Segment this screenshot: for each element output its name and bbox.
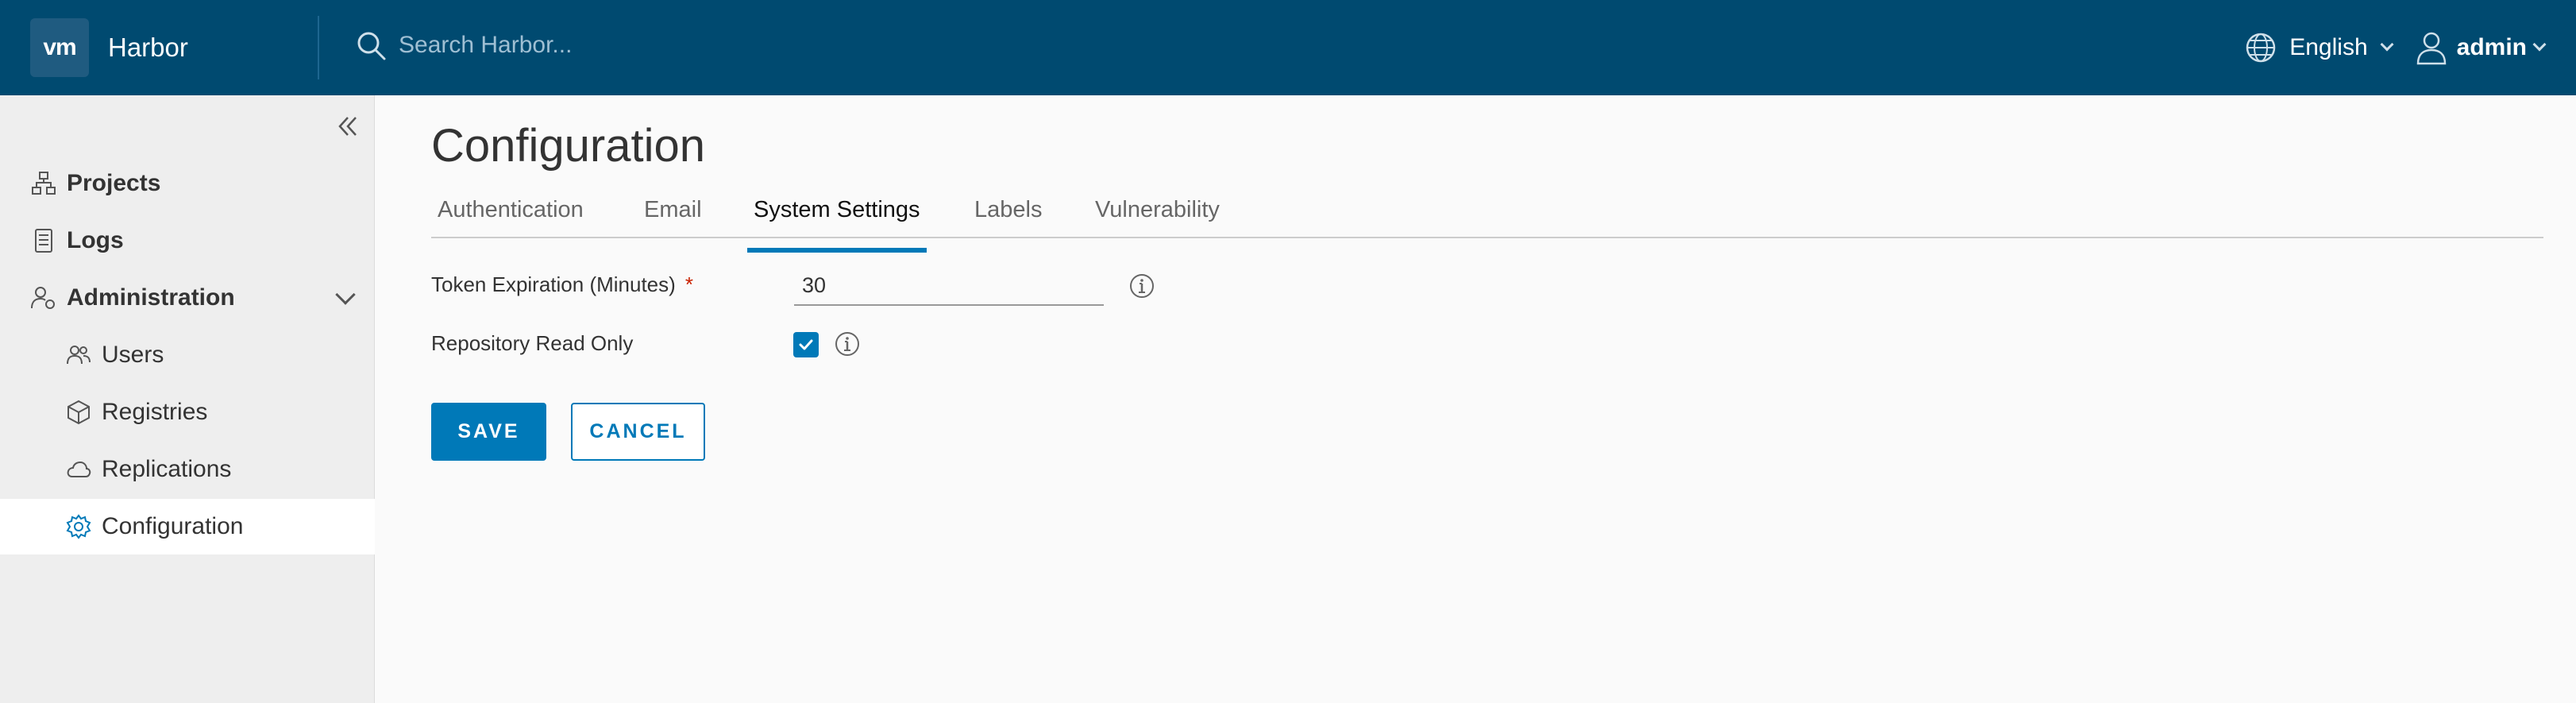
sidebar-item-label: Configuration: [102, 513, 244, 539]
save-button[interactable]: SAVE: [431, 403, 546, 461]
username: admin: [2456, 34, 2527, 60]
sidebar: Projects Logs Administration Users Regis…: [0, 95, 375, 703]
cancel-button[interactable]: CANCEL: [571, 403, 705, 461]
header-actions: English admin: [2245, 0, 2547, 95]
tab-labels[interactable]: Labels: [968, 197, 1048, 238]
sidebar-item-label: Logs: [67, 227, 124, 253]
brand[interactable]: vm Harbor: [0, 0, 318, 95]
search-box[interactable]: [354, 29, 875, 62]
info-icon[interactable]: [1128, 272, 1155, 299]
search-icon: [357, 32, 386, 60]
tab-email[interactable]: Email: [638, 197, 708, 238]
globe-icon: [2246, 33, 2276, 63]
tab-system-settings[interactable]: System Settings: [747, 197, 927, 253]
administration-icon: [31, 287, 55, 309]
checkmark-icon: [799, 339, 813, 350]
user-menu[interactable]: admin: [2416, 30, 2547, 65]
chevron-down-icon: [2380, 37, 2394, 52]
sidebar-item-label: Projects: [67, 170, 161, 196]
token-expiration-input[interactable]: [794, 266, 1104, 306]
sidebar-item-administration[interactable]: Administration: [0, 270, 375, 326]
repository-read-only-label: Repository Read Only: [431, 331, 634, 355]
required-mark: *: [684, 272, 693, 296]
registries-icon: [67, 400, 90, 425]
collapse-sidebar-icon[interactable]: [334, 113, 361, 140]
gear-icon: [66, 514, 91, 539]
tab-authentication[interactable]: Authentication: [431, 197, 590, 238]
tab-vulnerability[interactable]: Vulnerability: [1089, 197, 1226, 238]
sidebar-item-configuration[interactable]: Configuration: [0, 499, 375, 554]
info-icon[interactable]: [834, 330, 861, 357]
cloud-icon: [67, 461, 91, 477]
language-label: English: [2289, 34, 2368, 60]
header-divider: [318, 16, 319, 79]
search-input[interactable]: [399, 32, 875, 59]
top-header: vm Harbor English admin: [0, 0, 2576, 95]
sidebar-item-registries[interactable]: Registries: [0, 384, 375, 440]
sidebar-item-label: Replications: [102, 456, 232, 482]
config-tabs: Authentication Email System Settings Lab…: [431, 183, 2543, 253]
sidebar-item-label: Administration: [67, 284, 235, 311]
token-expiration-text: Token Expiration (Minutes): [431, 272, 676, 296]
page-title: Configuration: [431, 120, 705, 172]
sidebar-item-users[interactable]: Users: [0, 327, 375, 383]
chevron-down-icon: [2532, 37, 2547, 52]
sidebar-item-logs[interactable]: Logs: [0, 213, 375, 268]
projects-icon: [32, 172, 56, 195]
vmware-logo: vm: [30, 18, 89, 77]
token-expiration-label: Token Expiration (Minutes) *: [431, 272, 693, 297]
sidebar-item-projects[interactable]: Projects: [0, 156, 375, 211]
users-icon: [67, 346, 91, 365]
language-selector[interactable]: English: [2245, 32, 2394, 64]
sidebar-item-replications[interactable]: Replications: [0, 442, 375, 497]
logs-icon: [35, 229, 52, 253]
sidebar-item-label: Registries: [102, 399, 208, 425]
app-name: Harbor: [108, 33, 188, 62]
chevron-down-icon: [335, 284, 356, 305]
repository-read-only-checkbox[interactable]: [793, 332, 819, 357]
sidebar-item-label: Users: [102, 342, 164, 368]
user-icon: [2416, 32, 2446, 65]
